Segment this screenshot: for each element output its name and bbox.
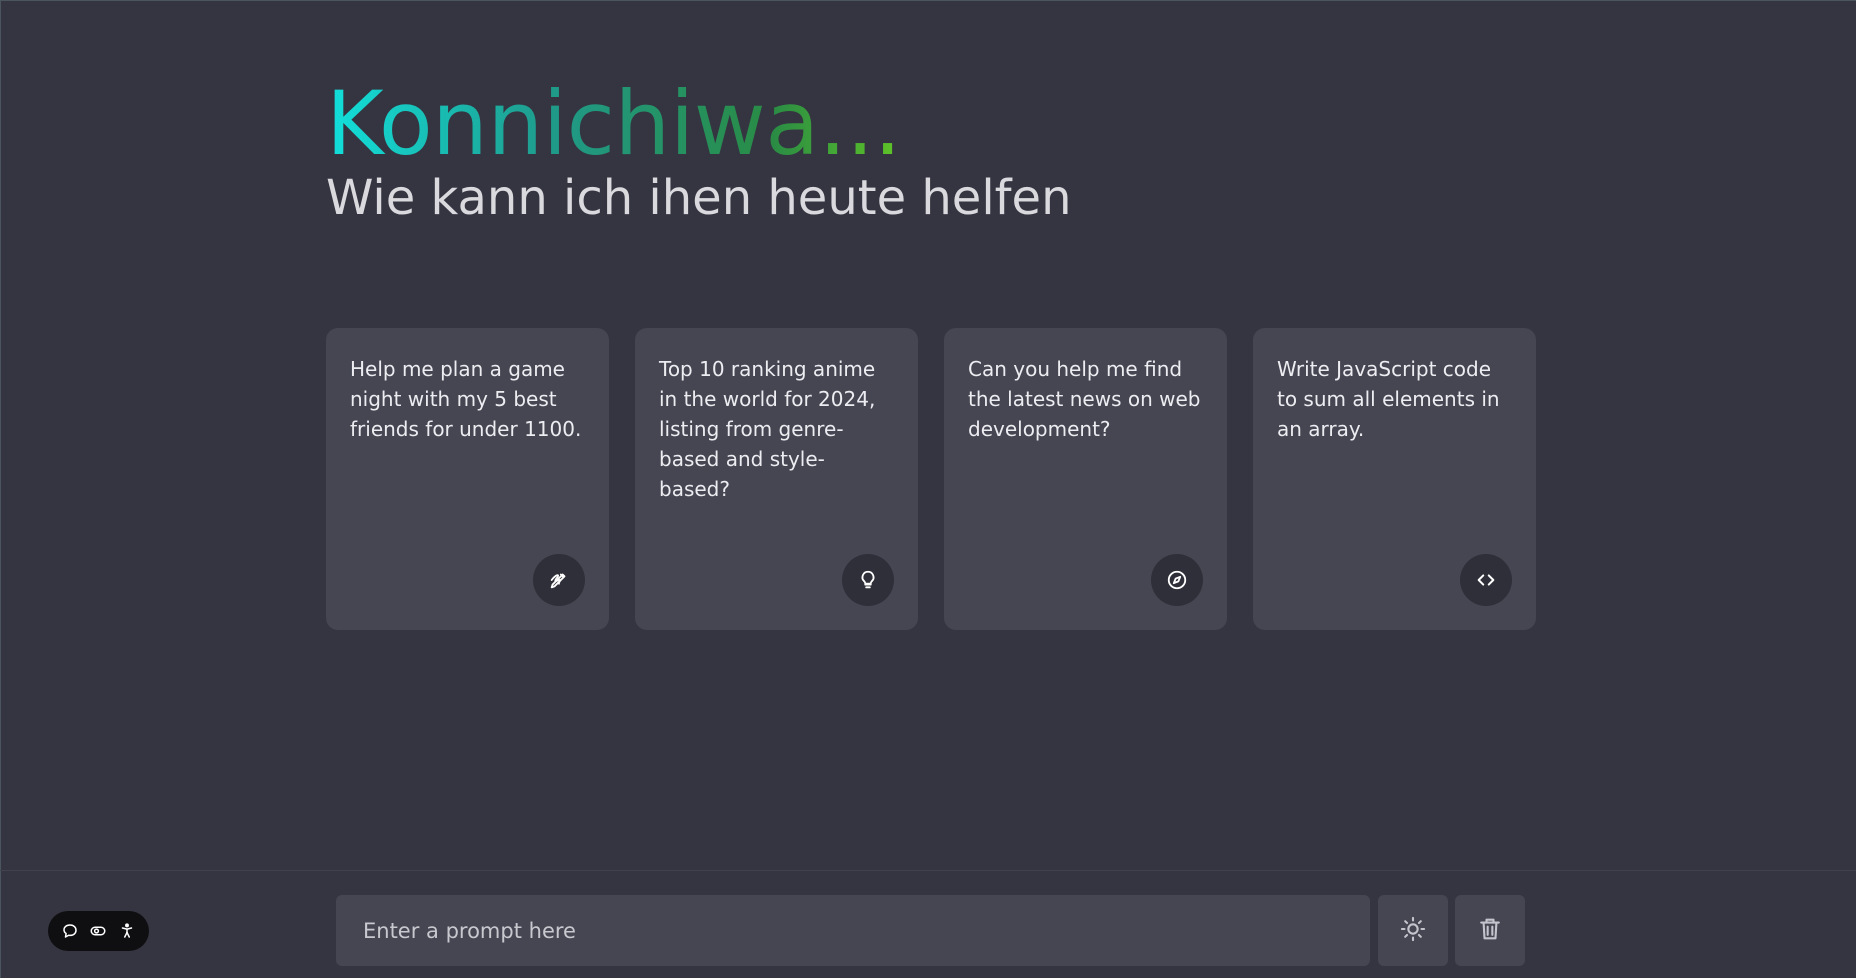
theme-toggle-button[interactable] [1378,895,1448,966]
greeting-title: Konnichiwa... [326,72,1072,176]
sun-icon [1399,915,1427,947]
suggestion-cards: Help me plan a game night with my 5 best… [326,328,1536,630]
chat-bubble-icon[interactable] [59,920,81,942]
suggestion-card-text: Help me plan a game night with my 5 best… [350,357,582,441]
suggestion-card-text: Top 10 ranking anime in the world for 20… [659,357,876,501]
suggestion-card-anime[interactable]: Top 10 ranking anime in the world for 20… [635,328,918,630]
lightbulb-icon [842,554,894,606]
suggestion-card-web-news[interactable]: Can you help me find the latest news on … [944,328,1227,630]
toggle-icon[interactable] [87,920,109,942]
suggestion-card-game-night[interactable]: Help me plan a game night with my 5 best… [326,328,609,630]
accessibility-person-icon[interactable] [116,920,138,942]
greeting-header: Konnichiwa... Wie kann ich ihen heute he… [326,72,1072,228]
delete-chats-button[interactable] [1455,895,1525,966]
suggestion-card-text: Write JavaScript code to sum all element… [1277,357,1500,441]
suggestion-card-text: Can you help me find the latest news on … [968,357,1201,441]
prompt-box[interactable] [336,895,1370,966]
trash-icon [1476,915,1504,947]
suggestion-card-javascript[interactable]: Write JavaScript code to sum all element… [1253,328,1536,630]
compass-icon [1151,554,1203,606]
prompt-input[interactable] [361,917,1345,944]
code-icon [1460,554,1512,606]
draw-icon [533,554,585,606]
accessibility-widget[interactable] [48,911,149,951]
greeting-subtitle: Wie kann ich ihen heute helfen [326,170,1072,226]
footer-divider [0,870,1856,871]
